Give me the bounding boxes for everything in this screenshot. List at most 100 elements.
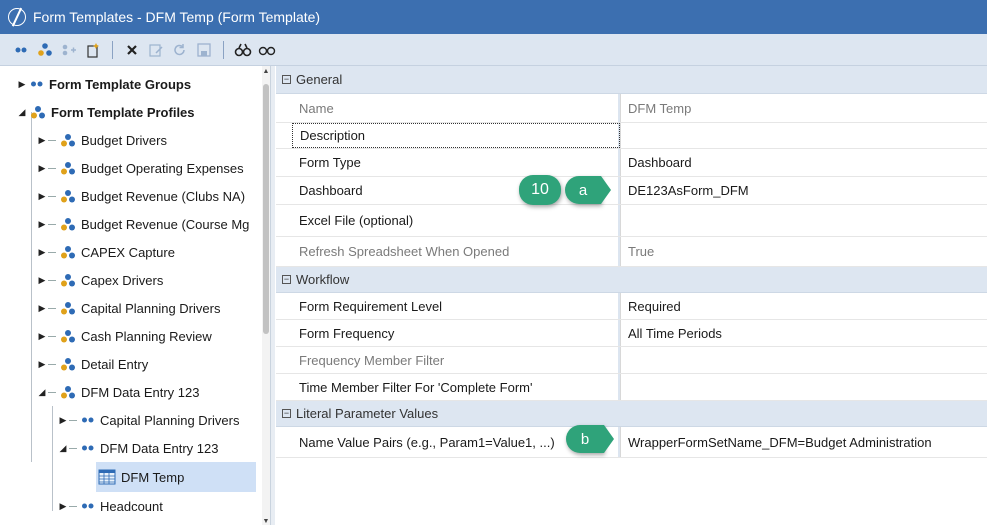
tree-item-profile[interactable]: ▶ Budget Revenue (Clubs NA) (36, 182, 246, 210)
tree-item-label: Budget Revenue (Clubs NA) (81, 188, 246, 204)
app-logo-icon (8, 8, 26, 26)
tree-item-profile[interactable]: ▶ Capital Planning Drivers (36, 294, 221, 322)
tree-connector (48, 195, 56, 197)
group-icon (81, 415, 95, 425)
tree-connector (48, 391, 56, 393)
tree-item-profile-expanded[interactable]: ◢ DFM Data Entry 123 (36, 378, 200, 406)
tree-item-form-template-profiles[interactable]: ◢ Form Template Profiles (16, 98, 195, 126)
property-row-time-member-filter[interactable]: Time Member Filter For 'Complete Form' (276, 374, 987, 401)
toolbar-separator (223, 40, 224, 59)
property-value[interactable] (620, 205, 987, 236)
profile-icon (60, 385, 76, 399)
property-row-frequency-member-filter[interactable]: Frequency Member Filter (276, 347, 987, 374)
callout-letter-b: b (566, 425, 604, 453)
search-icon[interactable] (232, 39, 254, 61)
property-row-form-frequency[interactable]: Form Frequency All Time Periods (276, 320, 987, 347)
tree-connector (48, 167, 56, 169)
profile-icon (60, 161, 76, 175)
tree-item-label: Headcount (100, 498, 163, 514)
tree-item-form-template-groups[interactable]: ▶ Form Template Groups (16, 70, 192, 98)
expand-arrow-icon[interactable]: ▶ (36, 275, 48, 286)
expand-arrow-icon[interactable]: ▶ (57, 501, 69, 512)
expand-arrow-icon[interactable]: ▶ (36, 303, 48, 314)
profile-tree-icon[interactable] (34, 39, 56, 61)
expand-all-icon[interactable] (10, 39, 32, 61)
property-name: Name (299, 100, 334, 116)
tree-item-profile[interactable]: ▶ Budget Drivers (36, 126, 167, 154)
expand-arrow-icon[interactable]: ▶ (36, 191, 48, 202)
category-general[interactable]: − General (276, 66, 987, 94)
property-row-form-type[interactable]: Form Type Dashboard (276, 149, 987, 177)
tree-item-group-expanded[interactable]: ◢ DFM Data Entry 123 (57, 434, 219, 462)
rename-icon[interactable] (145, 39, 167, 61)
profile-icon (60, 189, 76, 203)
panel-splitter[interactable] (270, 66, 275, 525)
property-row-name-value-pairs[interactable]: Name Value Pairs (e.g., Param1=Value1, .… (276, 427, 987, 458)
tree-item-label: Capital Planning Drivers (100, 412, 240, 428)
add-group-icon[interactable] (58, 39, 80, 61)
new-item-icon[interactable] (82, 39, 104, 61)
collapse-box-icon[interactable]: − (282, 275, 291, 284)
collapse-arrow-icon[interactable]: ◢ (57, 443, 69, 454)
collapse-arrow-icon[interactable]: ◢ (16, 107, 28, 118)
expand-arrow-icon[interactable]: ▶ (36, 219, 48, 230)
property-value[interactable] (620, 374, 987, 400)
tree-item-form-template-selected[interactable]: DFM Temp (96, 462, 256, 492)
category-label: General (296, 72, 343, 87)
expand-arrow-icon[interactable]: ▶ (36, 359, 48, 370)
property-row-refresh-spreadsheet[interactable]: Refresh Spreadsheet When Opened True (276, 237, 987, 267)
property-value[interactable]: Required (620, 293, 987, 319)
property-row-name[interactable]: Name DFM Temp (276, 94, 987, 123)
tree-scrollbar[interactable]: ▲ ▼ (262, 66, 270, 525)
property-row-dashboard[interactable]: Dashboard DE123AsForm_DFM (276, 177, 987, 205)
expand-arrow-icon[interactable]: ▶ (16, 79, 28, 90)
refresh-icon[interactable] (169, 39, 191, 61)
property-value[interactable]: DE123AsForm_DFM (620, 177, 987, 204)
tree-item-label: Budget Drivers (81, 132, 167, 148)
binoculars-icon[interactable] (256, 39, 278, 61)
property-name: Form Type (299, 155, 361, 170)
tree-item-group[interactable]: ▶ Headcount (57, 492, 163, 520)
tree-item-profile[interactable]: ▶ Capex Drivers (36, 266, 164, 294)
collapse-arrow-icon[interactable]: ◢ (36, 387, 48, 398)
expand-arrow-icon[interactable]: ▶ (36, 163, 48, 174)
property-value[interactable]: DFM Temp (620, 94, 987, 122)
delete-icon[interactable] (121, 39, 143, 61)
group-icon (81, 443, 95, 453)
save-icon[interactable] (193, 39, 215, 61)
tree-item-label: DFM Data Entry 123 (100, 440, 219, 456)
tree-item-profile[interactable]: ▶ Detail Entry (36, 350, 149, 378)
category-literal-parameter-values[interactable]: − Literal Parameter Values (276, 401, 987, 427)
property-row-description[interactable]: Description (276, 123, 987, 149)
expand-arrow-icon[interactable]: ▶ (36, 247, 48, 258)
expand-arrow-icon[interactable]: ▶ (36, 135, 48, 146)
tree-item-profile[interactable]: ▶ Budget Operating Expenses (36, 154, 244, 182)
tree-item-group[interactable]: ▶ Capital Planning Drivers (57, 406, 240, 434)
scroll-down-arrow-icon[interactable]: ▼ (262, 518, 270, 525)
scroll-up-arrow-icon[interactable]: ▲ (262, 68, 270, 75)
tree-item-label: Budget Revenue (Course Mg (81, 216, 250, 232)
property-value[interactable]: True (620, 237, 987, 266)
tree-item-profile[interactable]: ▶ Budget Revenue (Course Mg (36, 210, 250, 238)
property-value[interactable]: Dashboard (620, 149, 987, 176)
toolbar (0, 34, 987, 66)
collapse-box-icon[interactable]: − (282, 409, 291, 418)
profile-icon (60, 357, 76, 371)
property-row-form-requirement-level[interactable]: Form Requirement Level Required (276, 293, 987, 320)
tree-item-profile[interactable]: ▶ Cash Planning Review (36, 322, 212, 350)
expand-arrow-icon[interactable]: ▶ (36, 331, 48, 342)
property-name: Frequency Member Filter (299, 352, 445, 368)
scrollbar-thumb[interactable] (263, 84, 269, 334)
property-value[interactable] (620, 347, 987, 373)
property-row-excel-file[interactable]: Excel File (optional) (276, 205, 987, 237)
property-value[interactable]: WrapperFormSetName_DFM=Budget Administra… (620, 427, 987, 457)
category-label: Literal Parameter Values (296, 406, 439, 421)
collapse-box-icon[interactable]: − (282, 75, 291, 84)
category-workflow[interactable]: − Workflow (276, 267, 987, 293)
property-value[interactable] (620, 123, 987, 148)
property-value[interactable]: All Time Periods (620, 320, 987, 346)
profile-icon (60, 133, 76, 147)
expand-arrow-icon[interactable]: ▶ (57, 415, 69, 426)
tree-item-label: DFM Data Entry 123 (81, 384, 200, 400)
tree-item-profile[interactable]: ▶ CAPEX Capture (36, 238, 175, 266)
